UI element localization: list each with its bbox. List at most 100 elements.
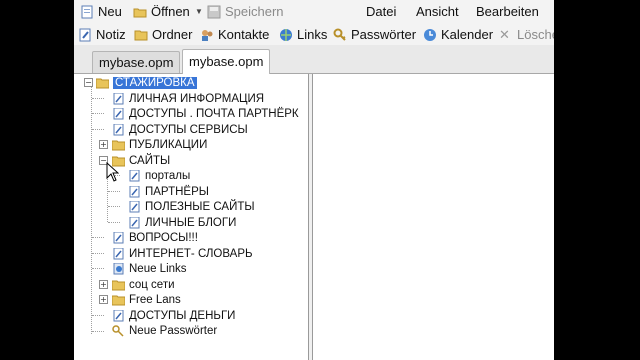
open-folder-icon <box>133 8 147 17</box>
tree-line <box>92 331 104 332</box>
tree-item-label: Neue Passwörter <box>129 324 218 337</box>
dropdown-arrow-icon: ▼ <box>195 7 203 16</box>
kalender-label: Kalender <box>441 27 494 42</box>
kontakte-label: Kontakte <box>218 27 270 42</box>
tree-item-label: СТАЖИРОВКА <box>113 76 197 89</box>
note-icon <box>113 107 124 119</box>
expand-publikacii-toggle[interactable]: + <box>99 140 108 149</box>
note-icon <box>113 309 124 321</box>
tree-item[interactable]: ДОСТУПЫ СЕРВИСЫ <box>112 122 248 137</box>
tree-item-label: ПОЛЕЗНЫЕ САЙТЫ <box>145 200 255 213</box>
folder-open-icon <box>96 78 109 88</box>
tree-item-label: ПАРТНЁРЫ <box>145 185 209 198</box>
save-icon <box>207 5 221 18</box>
tree-item[interactable]: Free Lans <box>112 292 181 307</box>
tree-item-label: ДОСТУПЫ ДЕНЬГИ <box>129 309 236 322</box>
tree-item-label: ВОПРОСЫ!!! <box>129 231 198 244</box>
content-pane[interactable] <box>312 74 554 360</box>
tree-item[interactable]: Neue Passwörter <box>112 323 217 338</box>
tree-item-label: соц сети <box>129 278 175 291</box>
folder-icon <box>112 295 125 305</box>
folder-icon <box>112 280 125 290</box>
kontakte-button[interactable]: Kontakte <box>200 26 269 43</box>
tab-mybase-2[interactable]: mybase.opm <box>182 49 271 74</box>
links-button[interactable]: Links <box>279 26 327 43</box>
new-note-icon <box>81 5 93 18</box>
notiz-icon <box>79 28 91 41</box>
note-icon <box>129 185 140 197</box>
key-icon <box>333 28 346 41</box>
expand-free-lans-toggle[interactable]: + <box>99 295 108 304</box>
tree-item-label: Neue Links <box>129 262 187 275</box>
tree-item-label: ЛИЧНЫЕ БЛОГИ <box>145 216 237 229</box>
note-icon <box>129 216 140 228</box>
note-icon <box>129 169 140 181</box>
delete-icon: ✕ <box>499 26 510 42</box>
tab-mybase-1[interactable]: mybase.opm <box>92 51 181 73</box>
app-window: Neu Öffnen ▼ Speichern Datei Ansicht Bea… <box>74 0 554 360</box>
note-icon <box>113 247 124 259</box>
tree-item-label: ЛИЧНАЯ ИНФОРМАЦИЯ <box>129 92 265 105</box>
tree-item-label: Free Lans <box>129 293 181 306</box>
tree-line <box>108 191 120 192</box>
tree-item-root[interactable]: СТАЖИРОВКА <box>96 75 197 90</box>
tree-item[interactable]: ЛИЧНЫЕ БЛОГИ <box>128 215 236 230</box>
tree-item[interactable]: ПУБЛИКАЦИИ <box>112 137 207 152</box>
tree-item-label: САЙТЫ <box>129 154 171 167</box>
tree-line <box>92 129 104 130</box>
tree-line <box>108 206 120 207</box>
links-label: Links <box>297 27 328 42</box>
tree-item-label: порталы <box>145 169 191 182</box>
ordner-label: Ordner <box>152 27 193 42</box>
tree-line <box>91 86 92 334</box>
open-label: Öffnen <box>151 4 190 19</box>
save-label: Speichern <box>225 4 284 19</box>
links-icon <box>280 28 292 41</box>
menu-ansicht[interactable]: Ansicht <box>416 4 459 19</box>
passwoerter-button[interactable]: Passwörter <box>333 26 416 43</box>
tree-item[interactable]: САЙТЫ <box>112 153 170 168</box>
tree-item[interactable]: ЛИЧНАЯ ИНФОРМАЦИЯ <box>112 91 264 106</box>
tree-item[interactable]: ПАРТНЁРЫ <box>128 184 209 199</box>
note-icon <box>129 200 140 212</box>
document-tabs: mybase.opm mybase.opm <box>74 45 554 74</box>
save-button[interactable]: Speichern <box>207 3 284 20</box>
tree-item-label: ПУБЛИКАЦИИ <box>129 138 208 151</box>
tree-line <box>92 113 104 114</box>
open-button[interactable]: Öffnen <box>133 3 190 20</box>
tree-item-label: ИНТЕРНЕТ- СЛОВАРЬ <box>129 247 253 260</box>
tree-item[interactable]: соц сети <box>112 277 175 292</box>
tree-item[interactable]: ПОЛЕЗНЫЕ САЙТЫ <box>128 199 255 214</box>
main-toolbar: Neu Öffnen ▼ Speichern Datei Ansicht Bea… <box>74 0 554 24</box>
tree-line <box>92 268 104 269</box>
tree-item[interactable]: ИНТЕРНЕТ- СЛОВАРЬ <box>112 246 253 261</box>
tree-line <box>92 315 104 316</box>
tree-item[interactable]: ДОСТУПЫ . ПОЧТА ПАРТНЁРК <box>112 106 299 121</box>
tree-item[interactable]: Neue Links <box>112 261 187 276</box>
ordner-button[interactable]: Ordner <box>134 26 192 43</box>
tree-line <box>92 98 104 99</box>
notiz-button[interactable]: Notiz <box>78 26 126 43</box>
tree-item[interactable]: ДОСТУПЫ ДЕНЬГИ <box>112 308 235 323</box>
menu-datei[interactable]: Datei <box>366 4 396 19</box>
menu-bearbeiten[interactable]: Bearbeiten <box>476 4 539 19</box>
tree-line <box>92 253 104 254</box>
links-icon <box>113 262 124 274</box>
insert-toolbar: Notiz Ordner Kontakte Links Passwörter K… <box>74 23 554 46</box>
notiz-label: Notiz <box>96 27 126 42</box>
tree-item[interactable]: порталы <box>128 168 190 183</box>
tree-item[interactable]: ВОПРОСЫ!!! <box>112 230 198 245</box>
contacts-icon <box>202 29 213 41</box>
tree-item-label: ДОСТУПЫ СЕРВИСЫ <box>129 123 248 136</box>
collapse-root-toggle[interactable]: − <box>84 78 93 87</box>
note-icon <box>113 92 124 104</box>
kalender-button[interactable]: Kalender <box>423 26 493 43</box>
tree-item-label: ДОСТУПЫ . ПОЧТА ПАРТНЁРК <box>129 107 299 120</box>
new-button[interactable]: Neu <box>80 3 122 20</box>
delete-button[interactable]: ✕ Lösche <box>499 26 554 43</box>
key-icon <box>112 324 124 337</box>
open-dropdown[interactable]: ▼ <box>195 3 203 20</box>
expand-soc-seti-toggle[interactable]: + <box>99 280 108 289</box>
passwoerter-label: Passwörter <box>351 27 417 42</box>
tree-panel: − + − + + СТАЖИРОВКА ЛИЧНАЯ ИНФОРМАЦИЯ Д… <box>74 74 309 360</box>
